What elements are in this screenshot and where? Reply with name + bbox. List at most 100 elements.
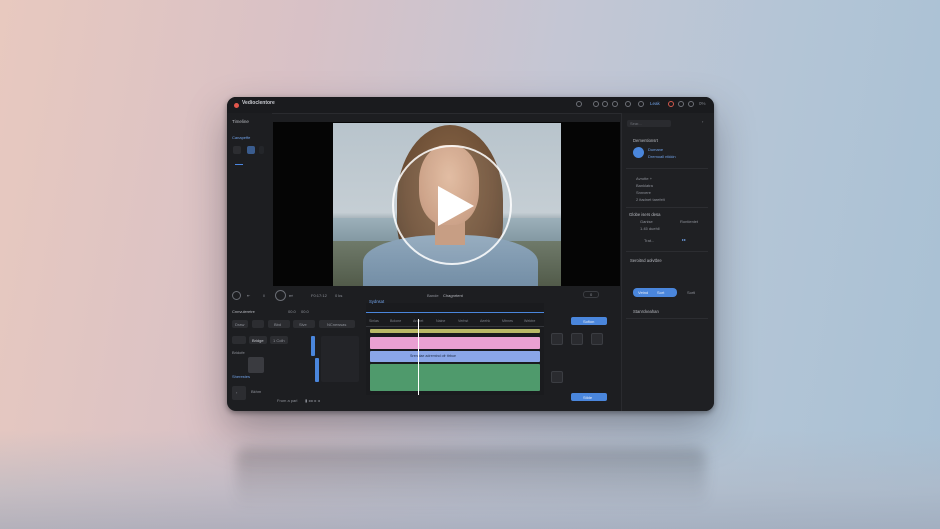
bottom-controls[interactable]: ▮ ◂ ▸ ▸ ◂ xyxy=(305,398,320,403)
level-meter-2 xyxy=(315,358,319,382)
section2-row-4[interactable]: 2 itadnet tarefelt xyxy=(636,197,665,202)
section2-row-1[interactable]: Avrotte + xyxy=(636,176,652,181)
timeline-title: Sydnsat xyxy=(369,299,385,304)
section2-row-3[interactable]: Snnvere xyxy=(636,190,651,195)
ruler-label-5: Verhst xyxy=(458,319,469,323)
link-button[interactable] xyxy=(252,320,264,328)
layout-icon[interactable] xyxy=(688,101,694,107)
tool-box-3[interactable] xyxy=(591,333,603,345)
back-button[interactable]: ‹ xyxy=(232,386,246,400)
bkhm-label: Bkhm xyxy=(251,389,262,394)
editor-window: Vedioclentore Leak 0% Timeline Canapeffe xyxy=(227,97,714,411)
segment-1[interactable]: Vetnd xyxy=(638,290,648,295)
play-icon xyxy=(438,186,474,226)
status-text: 0% xyxy=(699,101,706,106)
clock-icon[interactable] xyxy=(593,101,599,107)
small-label: Bridofe xyxy=(232,350,245,355)
segment-right[interactable]: Sortl xyxy=(687,290,695,295)
section3-row-2[interactable]: 1.45 duehll xyxy=(640,226,660,231)
tool-box-1[interactable] xyxy=(551,333,563,345)
divider-3 xyxy=(626,251,708,252)
bbd-label: Bbd xyxy=(274,322,282,327)
title-bar: Vedioclentore Leak 0% xyxy=(227,97,714,114)
ncnewsas-button[interactable]: NCnewsas xyxy=(319,320,355,328)
section4-title: Seroitnd aolvtbre xyxy=(630,258,662,263)
collapse-icon[interactable]: › xyxy=(702,119,703,124)
fx-button[interactable] xyxy=(259,146,264,154)
timeline-progress xyxy=(366,312,544,313)
section2-row-2[interactable]: Banklatra xyxy=(636,183,653,188)
undo-icon[interactable] xyxy=(602,101,608,107)
level-meter-1 xyxy=(311,336,315,356)
share-icon[interactable] xyxy=(678,101,684,107)
divider-1 xyxy=(626,168,708,169)
ruler-label-7: Mtrnes xyxy=(502,319,513,323)
bottom-left-title: Cnnvuleretre xyxy=(232,309,255,314)
playhead[interactable] xyxy=(418,319,419,395)
green-clip-track[interactable] xyxy=(370,364,540,391)
ncnewsas-label: NCnewsas xyxy=(327,322,347,327)
section3-row-3[interactable]: Trat... xyxy=(644,238,654,243)
search-icon[interactable] xyxy=(612,101,618,107)
blue-clip-track[interactable]: Srenolae adremtnd ofr ttrbue xyxy=(370,351,540,362)
tool-box-4[interactable] xyxy=(551,371,563,383)
settings-icon[interactable] xyxy=(625,101,631,107)
media-button[interactable] xyxy=(233,146,241,154)
draw-label: Draw xyxy=(235,322,245,327)
grid-button[interactable] xyxy=(232,336,246,344)
video-frame xyxy=(333,123,561,286)
right-panel: Sear... › Dementionsrt Dumane Dremoall n… xyxy=(621,113,714,411)
avatar[interactable] xyxy=(633,147,644,158)
colh-button[interactable]: 1 Colh xyxy=(270,336,288,344)
thumbnail[interactable] xyxy=(248,357,264,373)
clip-label: Srenolae adremtnd ofr ttrbue xyxy=(410,354,456,358)
record-icon[interactable] xyxy=(668,101,674,107)
slve-label: Slve xyxy=(299,322,307,327)
speed-value[interactable]: 0 ks xyxy=(335,293,342,298)
zoom-value[interactable]: 0 xyxy=(583,291,600,298)
mixer-panel[interactable] xyxy=(321,336,359,382)
value-2: 00.0 xyxy=(301,309,309,314)
left-panel: Timeline Canapeffe xyxy=(227,113,272,298)
audio-button[interactable] xyxy=(247,146,255,154)
bbd-button[interactable]: Bbd xyxy=(268,320,290,328)
cloud-icon[interactable] xyxy=(576,101,582,107)
section3-right: Rontienlet xyxy=(680,219,699,224)
section3-toggle[interactable]: ▸▸ xyxy=(682,237,686,242)
sofion-button[interactable]: Sofion xyxy=(571,317,607,325)
active-indicator xyxy=(235,164,243,165)
stlde-button[interactable]: Stlde xyxy=(571,393,607,401)
audio-marker-track[interactable] xyxy=(370,329,540,333)
left-panel-title: Timeline xyxy=(232,119,249,124)
loop-icon[interactable] xyxy=(232,291,241,300)
blue-label: Sherestes xyxy=(232,374,251,379)
slve-button[interactable]: Slve xyxy=(293,320,315,328)
ruler-label-8: Wektre xyxy=(524,319,536,323)
zoom-label[interactable]: Bande xyxy=(427,293,439,298)
divider-2 xyxy=(626,207,708,208)
left-panel-subtitle[interactable]: Canapeffe xyxy=(232,135,250,140)
timeline[interactable]: Sydnsat Sinlas Bolone Arceet Naine Verhs… xyxy=(366,299,544,395)
section1-sub1: Dumane xyxy=(648,147,664,152)
bridge-button[interactable]: Bridge xyxy=(249,336,267,344)
ruler-label-1: Sinlas xyxy=(369,319,379,323)
section3-row-1[interactable]: Ganise xyxy=(640,219,653,224)
ruler-label-4: Naine xyxy=(436,319,446,323)
section1-sub2: Dremoall ntkkin xyxy=(648,154,676,159)
timecode: F0:17:12 xyxy=(311,293,327,298)
play-pause-icon[interactable] xyxy=(275,290,286,301)
transport-bar: ⇤ ‖ ⏭ F0:17:12 0 ks Bande Chagnrtent 0 xyxy=(227,287,620,303)
section3-title: Globe isers desa xyxy=(629,212,661,217)
user-icon[interactable] xyxy=(638,101,644,107)
frame-step-icon[interactable]: ⏭ xyxy=(289,293,293,298)
segment-2[interactable]: Sort xyxy=(657,290,664,295)
app-title: Vedioclentore xyxy=(242,100,275,106)
leak-button[interactable]: Leak xyxy=(650,101,660,106)
draw-button[interactable]: Draw xyxy=(232,320,248,328)
bridge-label: Bridge xyxy=(252,338,264,343)
colh-label: 1 Colh xyxy=(273,338,285,343)
tool-box-2[interactable] xyxy=(571,333,583,345)
frum-label: Frum a parl xyxy=(277,398,298,403)
pink-clip-track[interactable] xyxy=(370,337,540,349)
video-viewer[interactable] xyxy=(273,122,620,286)
